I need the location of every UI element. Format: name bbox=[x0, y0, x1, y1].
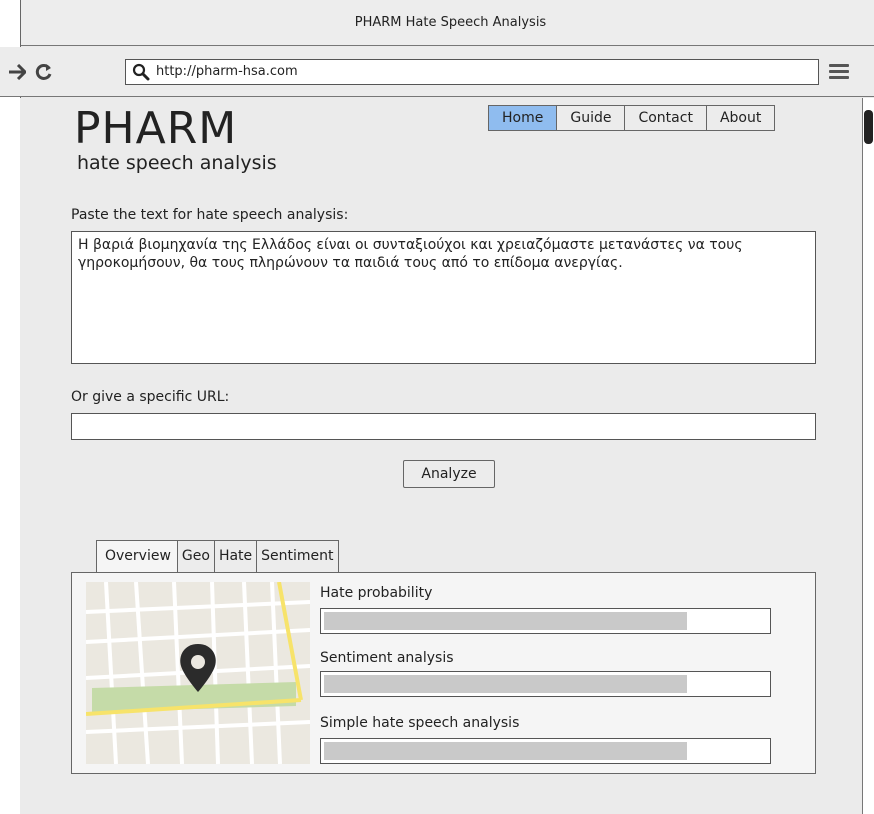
scrollbar-thumb[interactable] bbox=[864, 110, 873, 144]
text-input-area[interactable]: Η βαριά βιομηχανία της Ελλάδος είναι οι … bbox=[71, 231, 816, 364]
nav-contact[interactable]: Contact bbox=[625, 106, 707, 130]
vertical-scrollbar[interactable] bbox=[862, 98, 874, 814]
top-navigation: Home Guide Contact About bbox=[488, 105, 776, 131]
search-icon bbox=[132, 63, 150, 81]
browser-toolbar: http://pharm-hsa.com bbox=[0, 47, 874, 97]
tagline: hate speech analysis bbox=[77, 152, 277, 174]
progress-bar-hate-probability bbox=[320, 608, 771, 634]
nav-about[interactable]: About bbox=[706, 106, 775, 130]
reload-icon[interactable] bbox=[35, 63, 53, 81]
progress-fill-hate-probability bbox=[324, 612, 687, 630]
nav-home[interactable]: Home bbox=[489, 106, 558, 130]
menu-icon[interactable] bbox=[829, 64, 849, 80]
nav-guide[interactable]: Guide bbox=[557, 106, 626, 130]
metric-label-sentiment: Sentiment analysis bbox=[320, 650, 454, 666]
logo: PHARM bbox=[74, 103, 238, 154]
address-bar[interactable]: http://pharm-hsa.com bbox=[125, 59, 819, 85]
tab-geo[interactable]: Geo bbox=[177, 541, 215, 573]
result-tabs: Overview Geo Hate Sentiment bbox=[96, 540, 339, 573]
arrow-right-icon[interactable] bbox=[8, 64, 26, 80]
progress-bar-simple-hate bbox=[320, 738, 771, 764]
page-content: PHARM hate speech analysis Home Guide Co… bbox=[20, 98, 864, 814]
address-text: http://pharm-hsa.com bbox=[156, 64, 298, 79]
tab-overview[interactable]: Overview bbox=[97, 541, 178, 573]
map-image bbox=[86, 582, 310, 764]
url-input[interactable] bbox=[71, 413, 816, 440]
url-input-label: Or give a specific URL: bbox=[71, 389, 230, 405]
title-bar: PHARM Hate Speech Analysis bbox=[21, 0, 874, 46]
analyze-button[interactable]: Analyze bbox=[403, 460, 495, 488]
metric-label-hate-probability: Hate probability bbox=[320, 585, 433, 601]
tab-sentiment[interactable]: Sentiment bbox=[257, 541, 338, 573]
progress-fill-sentiment bbox=[324, 675, 687, 693]
window-title: PHARM Hate Speech Analysis bbox=[354, 15, 547, 30]
tab-hate[interactable]: Hate bbox=[214, 541, 258, 573]
text-input-label: Paste the text for hate speech analysis: bbox=[71, 207, 349, 223]
metric-label-simple-hate: Simple hate speech analysis bbox=[320, 715, 520, 731]
results-panel: Hate probability Sentiment analysis Simp… bbox=[71, 572, 816, 774]
progress-fill-simple-hate bbox=[324, 742, 687, 760]
progress-bar-sentiment bbox=[320, 671, 771, 697]
